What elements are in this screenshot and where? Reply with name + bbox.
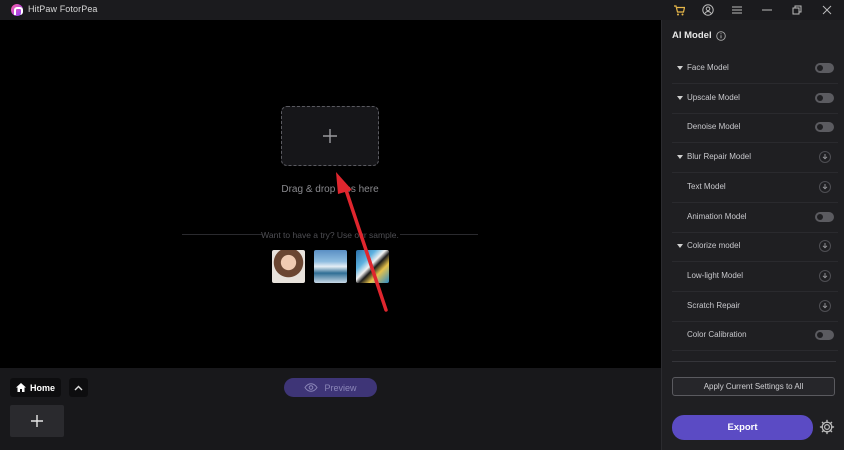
panel-divider <box>672 361 836 362</box>
model-label: Low-light Model <box>687 270 744 280</box>
drop-zone[interactable] <box>281 106 379 166</box>
download-icon[interactable] <box>819 180 831 193</box>
export-button[interactable]: Export <box>672 415 813 440</box>
panel-title: AI Model <box>672 30 726 41</box>
caret-down-icon[interactable] <box>677 95 683 100</box>
preview-label: Preview <box>324 382 357 393</box>
model-toggle[interactable] <box>815 211 834 222</box>
model-label: Animation Model <box>687 211 747 221</box>
model-row[interactable]: Scratch Repair <box>672 295 838 322</box>
sample-prompt: Want to have a try? Use our sample. <box>261 230 399 240</box>
download-icon[interactable] <box>819 269 831 282</box>
collapse-button[interactable] <box>69 378 88 397</box>
drop-canvas[interactable]: Drag & drop files here Want to have a tr… <box>0 20 661 368</box>
model-row[interactable]: Face Model <box>672 57 838 84</box>
gear-icon[interactable] <box>819 419 835 435</box>
model-label: Color Calibration <box>687 330 747 340</box>
menu-icon[interactable] <box>722 0 752 20</box>
caret-down-icon[interactable] <box>677 244 683 249</box>
add-file-button[interactable] <box>10 405 64 437</box>
minimize-icon[interactable] <box>752 0 782 20</box>
model-row[interactable]: Denoise Model <box>672 116 838 144</box>
parrot-sample[interactable] <box>356 250 389 283</box>
plus-icon <box>323 129 337 143</box>
apply-all-button[interactable]: Apply Current Settings to All <box>672 377 835 396</box>
download-icon[interactable] <box>819 299 831 312</box>
model-toggle[interactable] <box>815 122 834 133</box>
model-toggle[interactable] <box>815 92 834 103</box>
account-icon[interactable] <box>693 0 723 20</box>
model-row[interactable]: Low-light Model <box>672 265 838 292</box>
model-toggle[interactable] <box>815 330 834 341</box>
landscape-sample[interactable] <box>314 250 347 283</box>
home-button[interactable]: Home <box>10 378 61 397</box>
info-icon[interactable] <box>715 30 726 41</box>
chevron-up-icon <box>74 385 83 390</box>
portrait-sample[interactable] <box>272 250 305 283</box>
eye-icon <box>304 383 319 392</box>
bottom-bar: Home Preview <box>0 368 661 450</box>
model-label: Upscale Model <box>687 92 740 102</box>
plus-icon <box>31 415 43 427</box>
model-row[interactable]: Upscale Model <box>672 87 838 114</box>
model-row[interactable]: Animation Model <box>672 206 838 233</box>
close-icon[interactable] <box>812 0 842 20</box>
model-label: Text Model <box>687 181 726 191</box>
restore-icon[interactable] <box>782 0 812 20</box>
app-logo-icon <box>11 4 23 16</box>
model-label: Face Model <box>687 63 729 72</box>
model-row[interactable]: Text Model <box>672 176 838 203</box>
model-toggle[interactable] <box>815 63 834 73</box>
cart-icon[interactable] <box>664 0 694 20</box>
caret-down-icon[interactable] <box>677 155 683 160</box>
model-row[interactable]: Blur Repair Model <box>672 146 838 174</box>
model-row[interactable]: Color Calibration <box>672 324 838 352</box>
model-label: Scratch Repair <box>687 300 740 310</box>
model-label: Denoise Model <box>687 122 741 132</box>
caret-down-icon[interactable] <box>677 66 683 70</box>
home-label: Home <box>30 382 56 393</box>
home-icon <box>16 383 26 392</box>
model-label: Colorize model <box>687 241 741 251</box>
preview-button[interactable]: Preview <box>284 378 377 397</box>
app-title: HitPaw FotorPea <box>28 4 98 14</box>
model-label: Blur Repair Model <box>687 152 752 162</box>
download-icon[interactable] <box>819 240 831 253</box>
download-icon[interactable] <box>819 151 831 164</box>
model-row[interactable]: Colorize model <box>672 235 838 263</box>
drop-hint-text: Drag & drop files here <box>281 184 379 195</box>
ai-model-panel: AI Model Face Model Upscale Model Denoise … <box>661 20 844 450</box>
title-bar: HitPaw FotorPea <box>0 0 844 20</box>
